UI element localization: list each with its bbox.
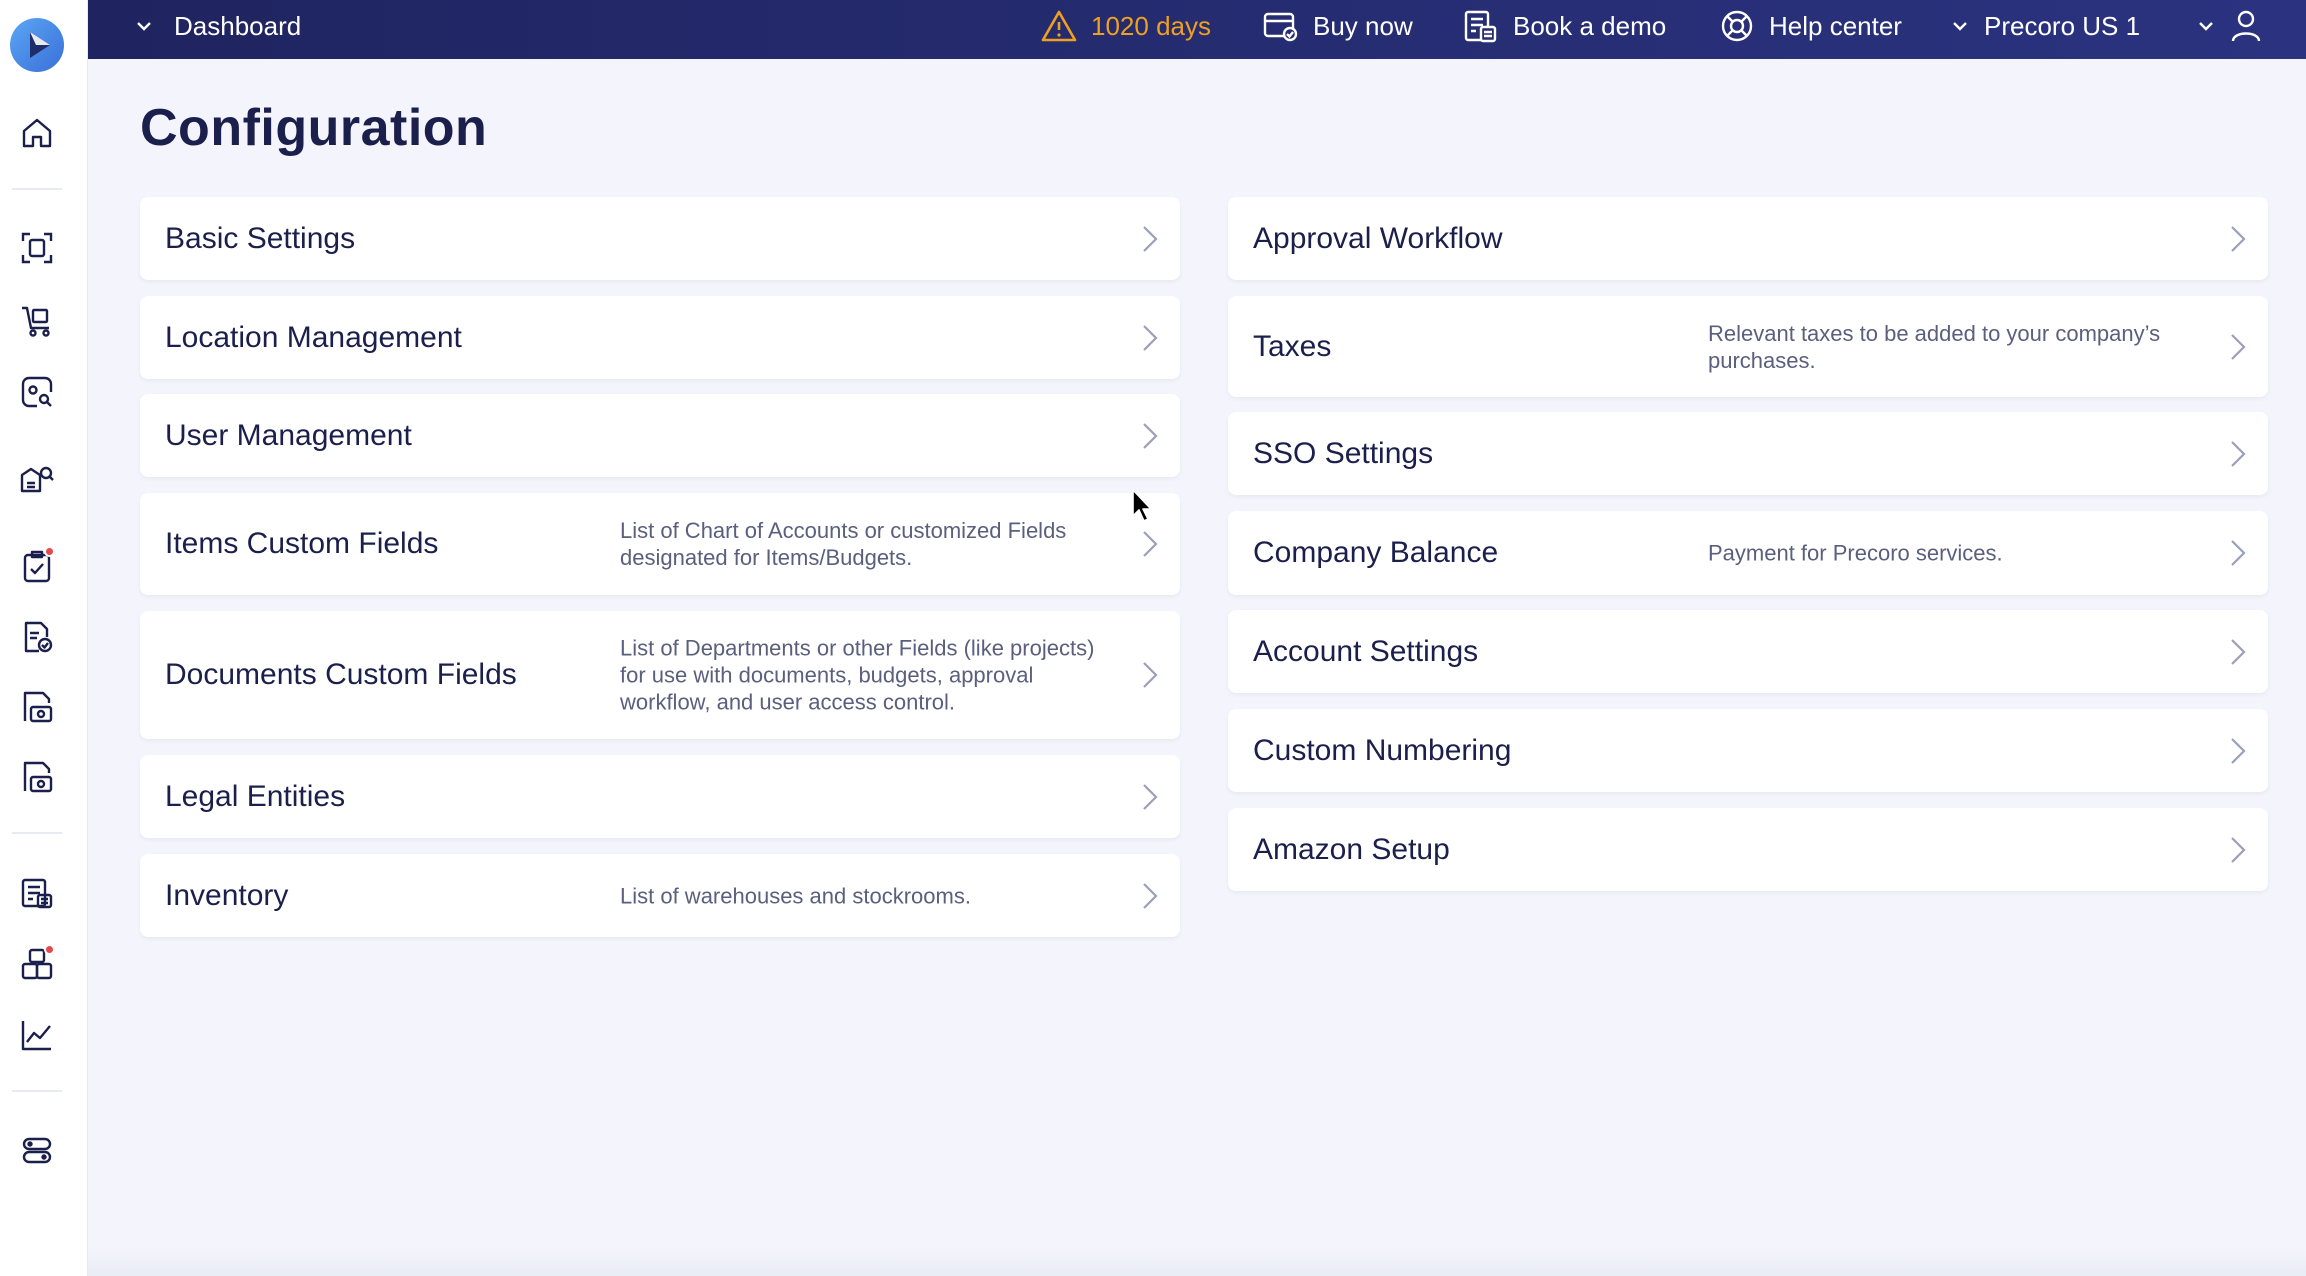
chevron-right-icon (2231, 737, 2246, 764)
buy-now-button[interactable]: Buy now (1263, 0, 1413, 52)
config-card-taxes[interactable]: Taxes Relevant taxes to be added to your… (1228, 296, 2268, 397)
card-title: Account Settings (1253, 634, 1479, 668)
config-card-company-balance[interactable]: Company Balance Payment for Precoro serv… (1228, 511, 2268, 595)
config-card-legal-entities[interactable]: Legal Entities (140, 755, 1180, 838)
chevron-right-icon (1143, 882, 1158, 909)
card-description: List of Chart of Accounts or customized … (620, 518, 1067, 570)
config-card-approval-workflow[interactable]: Approval Workflow (1228, 197, 2268, 280)
config-card-user-management[interactable]: User Management (140, 394, 1180, 477)
precoro-logo[interactable] (10, 18, 64, 72)
chevron-down-icon (1953, 22, 1967, 31)
card-title: Amazon Setup (1253, 832, 1450, 866)
approval-icon[interactable] (17, 546, 57, 586)
card-description: List of warehouses and stockrooms. (620, 883, 971, 908)
payment-icon[interactable] (17, 757, 57, 797)
card-title: Legal Entities (165, 779, 346, 813)
budget-icon[interactable] (17, 873, 57, 913)
book-demo-button[interactable]: Book a demo (1463, 0, 1666, 52)
config-card-location-management[interactable]: Location Management (140, 296, 1180, 379)
card-title: Taxes (1253, 329, 1332, 363)
lifebuoy-icon (1721, 10, 1753, 42)
chevron-right-icon (2231, 540, 2246, 566)
dashboard-dropdown[interactable]: Dashboard (134, 0, 301, 52)
trial-days-indicator[interactable]: 1020 days (1041, 0, 1211, 52)
config-card-items-custom-fields[interactable]: Items Custom Fields List of Chart of Acc… (140, 493, 1180, 595)
help-center-button[interactable]: Help center (1719, 0, 1902, 52)
config-card-custom-numbering[interactable]: Custom Numbering (1228, 709, 2268, 792)
chevron-right-icon (2231, 225, 2246, 252)
card-title: Inventory (165, 878, 289, 912)
card-title: Location Management (165, 320, 462, 354)
sidebar-divider (12, 188, 62, 190)
trial-days-text: 1020 days (1091, 10, 1211, 41)
home-icon[interactable] (17, 113, 57, 153)
config-card-account-settings[interactable]: Account Settings (1228, 610, 2268, 693)
help-center-label: Help center (1769, 10, 1902, 41)
buy-now-label: Buy now (1313, 10, 1413, 41)
chevron-right-icon (1143, 531, 1158, 557)
chevron-right-icon (2231, 638, 2246, 665)
chevron-right-icon (1143, 662, 1158, 688)
chevron-right-icon (2231, 836, 2246, 863)
chevron-right-icon (1143, 324, 1158, 351)
sidebar-divider (12, 1090, 62, 1092)
page-title: Configuration (140, 99, 488, 157)
supplier-search-icon[interactable] (17, 459, 57, 499)
card-description: Payment for Precoro services. (1708, 540, 2003, 566)
top-bar: Dashboard 1020 days Buy now Book a demo … (88, 0, 2306, 59)
card-title: Approval Workflow (1253, 221, 1503, 255)
dashboard-label: Dashboard (174, 10, 302, 41)
card-title: SSO Settings (1253, 436, 1434, 470)
warning-icon (1041, 10, 1077, 42)
analytics-icon[interactable] (17, 1015, 57, 1055)
user-icon (2231, 10, 2261, 42)
config-card-documents-custom-fields[interactable]: Documents Custom Fields List of Departme… (140, 611, 1180, 739)
notification-dot (44, 944, 55, 955)
chevron-right-icon (1143, 783, 1158, 810)
card-title: Basic Settings (165, 221, 356, 255)
card-title: Items Custom Fields (165, 527, 439, 560)
card-title: Company Balance (1253, 536, 1499, 569)
chevron-right-icon (2231, 333, 2246, 360)
card-description: List of Departments or other Fields (lik… (620, 635, 1095, 715)
config-card-amazon-setup[interactable]: Amazon Setup (1228, 808, 2268, 891)
settings-toggle-icon[interactable] (17, 1130, 57, 1170)
inventory-icon[interactable] (17, 944, 57, 984)
card-description: Relevant taxes to be added to your compa… (1708, 320, 2161, 373)
company-switcher[interactable]: Precoro US 1 (1950, 0, 2140, 52)
sidebar-divider (12, 832, 62, 834)
chevron-down-icon (2199, 22, 2213, 31)
config-card-basic-settings[interactable]: Basic Settings (140, 197, 1180, 280)
chevron-right-icon (1143, 225, 1158, 252)
config-card-sso-settings[interactable]: SSO Settings (1228, 412, 2268, 495)
payment-card-icon (1263, 12, 1298, 42)
scan-icon[interactable] (17, 228, 57, 268)
card-title: Custom Numbering (1253, 733, 1512, 767)
calendar-doc-icon (1464, 10, 1497, 43)
search-doc-icon[interactable] (17, 372, 57, 412)
cart-icon[interactable] (17, 300, 57, 340)
bottom-shade (88, 1248, 2306, 1276)
card-title: User Management (165, 418, 412, 452)
mouse-cursor-icon (1132, 489, 1152, 522)
book-demo-label: Book a demo (1513, 10, 1667, 41)
receipt-icon[interactable] (17, 687, 57, 727)
chevron-right-icon (2231, 440, 2246, 467)
config-card-inventory[interactable]: Inventory List of warehouses and stockro… (140, 854, 1180, 937)
notification-dot (44, 546, 55, 557)
card-title: Documents Custom Fields (165, 658, 517, 691)
sidebar (0, 0, 88, 1276)
chevron-right-icon (1143, 422, 1158, 449)
user-menu[interactable] (2196, 0, 2262, 52)
company-name: Precoro US 1 (1984, 10, 2141, 41)
chevron-down-icon (137, 22, 151, 31)
invoice-check-icon[interactable] (17, 617, 57, 657)
